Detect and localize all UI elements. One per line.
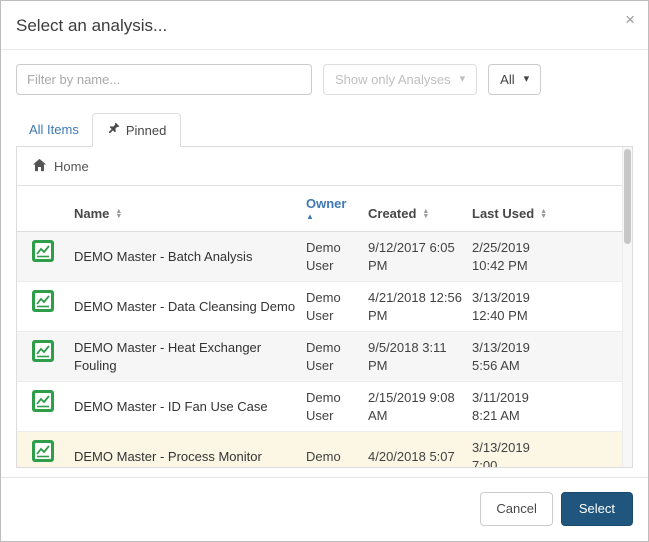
- tab-all-items[interactable]: All Items: [16, 113, 92, 146]
- table-row[interactable]: DEMO Master - Heat Exchanger Fouling Dem…: [17, 332, 632, 382]
- tab-bar: All Items Pinned: [16, 113, 633, 147]
- analysis-icon: [32, 239, 74, 267]
- breadcrumb-home[interactable]: Home: [17, 147, 632, 186]
- row-name: DEMO Master - Process Monitor: [74, 448, 306, 466]
- dialog-header: Select an analysis... ×: [1, 1, 648, 50]
- analysis-icon: [32, 289, 74, 317]
- sort-desc-icon: ▼: [115, 214, 122, 219]
- dialog-footer: Cancel Select: [1, 477, 648, 541]
- tab-all-items-label: All Items: [29, 122, 79, 137]
- scrollbar-thumb[interactable]: [624, 149, 631, 244]
- row-last-used: 3/13/2019 5:56 AM: [472, 339, 567, 374]
- sort-ascending-icon: ▲: [306, 213, 314, 221]
- row-last-used: 2/25/2019 10:42 PM: [472, 239, 567, 274]
- table-row[interactable]: DEMO Master - ID Fan Use Case Demo User …: [17, 382, 632, 432]
- filter-by-name-input[interactable]: [16, 64, 312, 95]
- table-row[interactable]: DEMO Master - Batch Analysis Demo User 9…: [17, 232, 632, 282]
- row-name: DEMO Master - Batch Analysis: [74, 248, 306, 266]
- close-icon[interactable]: ×: [625, 11, 635, 28]
- items-panel: Home Name ▲ ▼ Owner ▲ Created ▲ ▼: [16, 147, 633, 468]
- analysis-icon: [32, 389, 74, 417]
- row-last-used: 3/13/2019 12:40 PM: [472, 289, 567, 324]
- column-header-created-label: Created: [368, 206, 416, 221]
- sort-desc-icon: ▼: [422, 214, 429, 219]
- sort-icon: ▲ ▼: [115, 209, 122, 219]
- scrollbar[interactable]: [622, 147, 632, 467]
- select-button[interactable]: Select: [561, 492, 633, 526]
- sort-icon: ▲ ▼: [422, 209, 429, 219]
- column-header-name[interactable]: Name ▲ ▼: [74, 206, 306, 221]
- row-created: 9/5/2018 3:11 PM: [368, 339, 472, 374]
- dialog-title: Select an analysis...: [16, 16, 167, 35]
- row-created: 4/21/2018 12:56 PM: [368, 289, 472, 324]
- column-header-name-label: Name: [74, 206, 109, 221]
- row-created: 2/15/2019 9:08 AM: [368, 389, 472, 424]
- tab-pinned-label: Pinned: [126, 123, 166, 138]
- show-only-analyses-dropdown[interactable]: Show only Analyses ▾: [323, 64, 477, 95]
- home-icon: [32, 158, 47, 175]
- row-owner: Demo User: [306, 339, 368, 374]
- row-name: DEMO Master - Heat Exchanger Fouling: [74, 339, 306, 374]
- row-owner: Demo User: [306, 389, 368, 424]
- show-only-analyses-label: Show only Analyses: [335, 72, 451, 87]
- scope-dropdown-label: All: [500, 72, 514, 87]
- breadcrumb-home-label: Home: [54, 159, 89, 174]
- sort-icon: ▲ ▼: [540, 209, 547, 219]
- filter-row: Show only Analyses ▾ All ▾: [1, 50, 648, 109]
- select-analysis-dialog: Select an analysis... × Show only Analys…: [0, 0, 649, 542]
- scope-dropdown[interactable]: All ▾: [488, 64, 541, 95]
- column-header-owner-label: Owner: [306, 196, 346, 211]
- caret-down-icon: ▾: [524, 74, 530, 85]
- tab-pinned[interactable]: Pinned: [92, 113, 181, 147]
- row-last-used: 3/11/2019 8:21 AM: [472, 389, 567, 424]
- table-header-row: Name ▲ ▼ Owner ▲ Created ▲ ▼ Last Used: [17, 186, 632, 232]
- analysis-icon: [32, 339, 74, 367]
- column-header-last-used-label: Last Used: [472, 206, 534, 221]
- row-last-used: 3/13/2019 7:00: [472, 439, 567, 468]
- pin-icon: [107, 122, 120, 138]
- row-owner: Demo User: [306, 289, 368, 324]
- column-header-owner[interactable]: Owner ▲: [306, 196, 368, 221]
- row-created: 9/12/2017 6:05 PM: [368, 239, 472, 274]
- table-row[interactable]: DEMO Master - Data Cleansing Demo Demo U…: [17, 282, 632, 332]
- row-owner: Demo User: [306, 239, 368, 274]
- row-created: 4/20/2018 5:07: [368, 448, 472, 466]
- table-row[interactable]: DEMO Master - Process Monitor Demo 4/20/…: [17, 432, 632, 468]
- cancel-button[interactable]: Cancel: [480, 492, 552, 526]
- row-name: DEMO Master - ID Fan Use Case: [74, 398, 306, 416]
- column-header-last-used[interactable]: Last Used ▲ ▼: [472, 206, 567, 221]
- row-owner: Demo: [306, 448, 368, 466]
- sort-desc-icon: ▼: [540, 214, 547, 219]
- column-header-created[interactable]: Created ▲ ▼: [368, 206, 472, 221]
- caret-down-icon: ▾: [460, 74, 466, 85]
- analysis-icon: [32, 439, 74, 467]
- row-name: DEMO Master - Data Cleansing Demo: [74, 298, 306, 316]
